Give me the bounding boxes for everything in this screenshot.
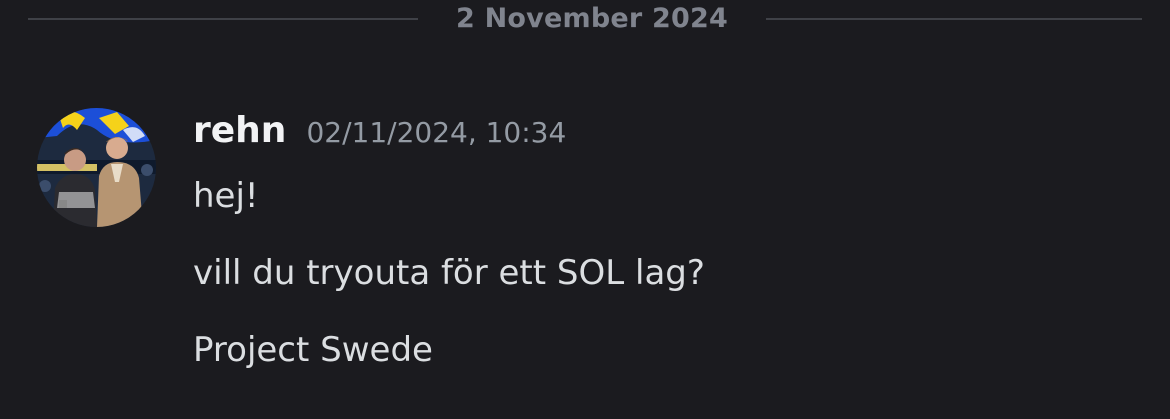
divider-line-right xyxy=(766,18,1142,20)
message-header: rehn 02/11/2024, 10:34 xyxy=(193,110,566,154)
author-username[interactable]: rehn xyxy=(193,110,286,151)
message-text: hej! xyxy=(193,176,259,216)
date-divider: 2 November 2024 xyxy=(28,0,1142,38)
message-text: Project Swede xyxy=(193,330,433,370)
avatar[interactable] xyxy=(37,108,156,227)
divider-line-left xyxy=(28,18,418,20)
message-timestamp: 02/11/2024, 10:34 xyxy=(306,116,567,149)
date-divider-label: 2 November 2024 xyxy=(456,3,728,34)
message-text: vill du tryouta för ett SOL lag? xyxy=(193,253,705,293)
avatar-image xyxy=(37,108,156,227)
